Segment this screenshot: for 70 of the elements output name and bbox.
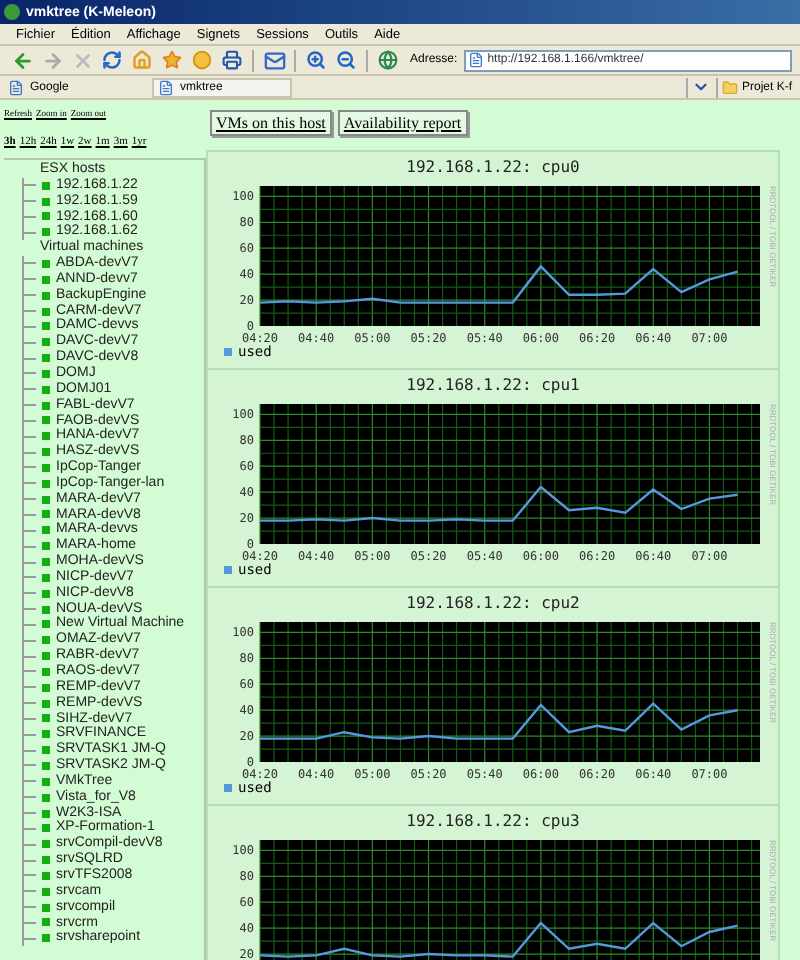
status-square-icon <box>42 463 50 472</box>
status-square-icon <box>42 307 50 316</box>
status-square-icon <box>42 385 50 394</box>
legend-swatch-icon <box>224 348 232 356</box>
status-square-icon <box>42 354 50 363</box>
status-square-icon <box>42 777 50 786</box>
status-square-icon <box>42 416 50 425</box>
status-square-icon <box>42 322 50 331</box>
chart-title: 192.168.1.22: cpu0 <box>404 158 582 178</box>
status-square-icon <box>42 714 50 723</box>
page-icon <box>8 79 24 95</box>
zoom-in-icon[interactable] <box>302 46 330 74</box>
status-square-icon <box>42 589 50 598</box>
download-icon[interactable] <box>691 78 712 96</box>
chart-title: 192.168.1.22: cpu1 <box>404 376 582 396</box>
status-square-icon <box>42 479 50 488</box>
status-square-icon <box>42 699 50 708</box>
status-square-icon <box>42 746 50 755</box>
status-square-icon <box>42 181 50 190</box>
app-icon <box>4 4 20 20</box>
status-square-icon <box>42 636 50 645</box>
status-square-icon <box>42 558 50 567</box>
status-square-icon <box>42 667 50 676</box>
status-square-icon <box>42 903 50 912</box>
status-square-icon <box>42 809 50 818</box>
status-square-icon <box>42 526 50 535</box>
nav-button[interactable]: VMs on this host <box>210 110 332 136</box>
status-square-icon <box>42 369 50 378</box>
status-square-icon <box>42 338 50 347</box>
status-square-icon <box>42 542 50 551</box>
status-square-icon <box>42 510 50 519</box>
status-square-icon <box>42 652 50 661</box>
status-square-icon <box>42 275 50 284</box>
status-square-icon <box>42 761 50 770</box>
print-icon[interactable] <box>218 46 246 74</box>
zoom-out-icon[interactable] <box>332 46 360 74</box>
status-square-icon <box>42 448 50 457</box>
legend-swatch-icon <box>224 566 232 574</box>
status-square-icon <box>42 212 50 221</box>
chart-title: 192.168.1.22: cpu3 <box>404 812 582 832</box>
status-square-icon <box>42 401 50 410</box>
status-square-icon <box>42 856 50 865</box>
status-square-icon <box>42 291 50 300</box>
home-icon[interactable] <box>128 46 156 74</box>
folder-icon <box>721 79 738 95</box>
status-square-icon <box>42 197 50 206</box>
status-square-icon <box>42 228 50 237</box>
page-icon <box>467 52 484 68</box>
status-square-icon <box>42 871 50 880</box>
star-icon[interactable] <box>158 46 186 74</box>
legend-swatch-icon <box>224 784 232 792</box>
page-icon <box>158 79 174 95</box>
status-square-icon <box>42 934 50 943</box>
nav-button[interactable]: Availability report <box>337 110 468 136</box>
status-square-icon <box>42 259 50 268</box>
status-square-icon <box>42 495 50 504</box>
status-square-icon <box>42 730 50 739</box>
status-square-icon <box>42 824 50 833</box>
status-square-icon <box>42 683 50 692</box>
reload-icon[interactable] <box>98 46 126 74</box>
status-square-icon <box>42 840 50 849</box>
status-square-icon <box>42 793 50 802</box>
status-square-icon <box>42 432 50 441</box>
globe-icon[interactable] <box>374 46 402 74</box>
status-square-icon <box>42 918 50 927</box>
status-square-icon <box>42 573 50 582</box>
status-square-icon <box>42 620 50 629</box>
status-square-icon <box>42 887 50 896</box>
status-square-icon <box>42 605 50 614</box>
chart-title: 192.168.1.22: cpu2 <box>404 594 582 614</box>
